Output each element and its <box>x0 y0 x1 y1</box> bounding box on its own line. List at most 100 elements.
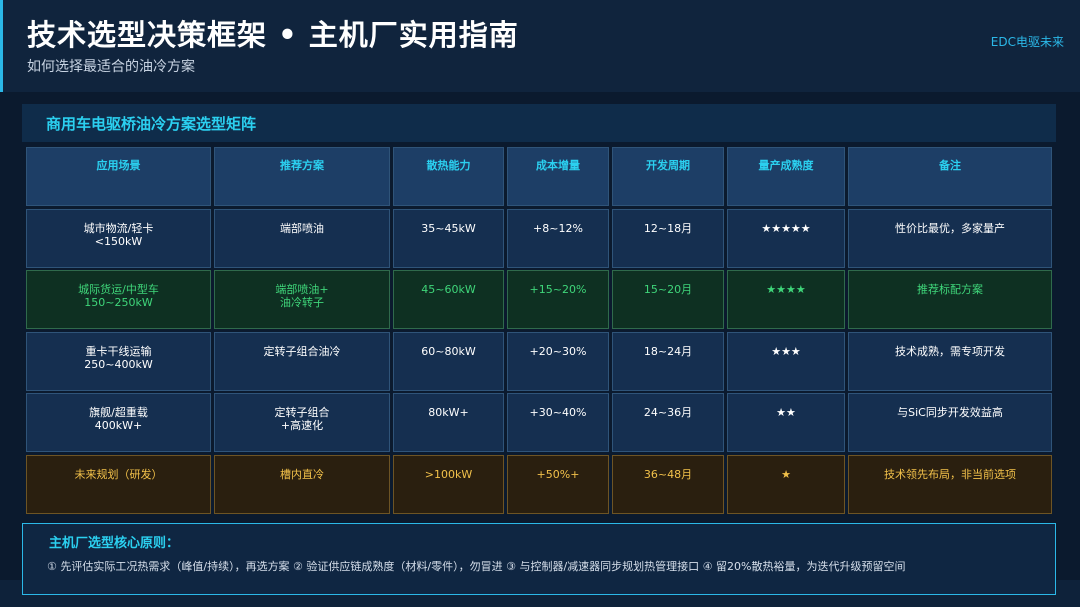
page-title: 技术选型决策框架 • 主机厂实用指南 <box>27 18 519 52</box>
cell-dev-cycle: 36~48月 <box>612 454 724 514</box>
header-maturity: 量产成熟度 <box>727 147 845 206</box>
cell-text: 端部喷油 <box>280 221 324 235</box>
cell-maturity: ★★★★★ <box>727 208 845 268</box>
cell-remark: 性价比最优，多家量产 <box>848 208 1052 268</box>
cell-scenario: 城市物流/轻卡 <150kW <box>26 208 211 268</box>
cell-solution: 定转子组合油冷 <box>214 331 390 391</box>
cell-text: 旗舰/超重载 <box>89 406 148 419</box>
cell-solution: 定转子组合 +高速化 <box>214 393 390 452</box>
cell-text: 开发周期 <box>646 159 690 172</box>
cell-text: 12~18月 <box>643 221 693 235</box>
rating-stars: ★ <box>781 467 791 481</box>
header-cooling: 散热能力 <box>393 147 504 206</box>
header-scenario: 应用场景 <box>26 147 211 206</box>
cell-remark: 技术成熟，需专项开发 <box>848 331 1052 391</box>
table-row: 旗舰/超重载 400kW+ 定转子组合 +高速化 80kW+ +30~40% 24~36月 ★… <box>26 393 1052 452</box>
cell-text: 250~400kW <box>84 357 153 371</box>
principles-title: 主机厂选型核心原则： <box>49 536 180 551</box>
cell-text: 重卡干线运输 <box>85 344 152 358</box>
cell-text: 油冷转子 <box>280 296 324 309</box>
header-dev-cycle: 开发周期 <box>612 147 724 206</box>
header-cost: 成本增量 <box>507 147 609 206</box>
table-header-row: 应用场景 推荐方案 散热能力 成本增量 开发周期 量产成熟度 备注 <box>26 147 1052 206</box>
cell-cooling: 45~60kW <box>393 270 504 329</box>
cell-text: 36~48月 <box>643 467 693 481</box>
cell-text: 应用场景 <box>96 159 141 172</box>
cell-text: 端部喷油+ <box>275 283 329 296</box>
cell-text: 150~250kW <box>84 296 153 309</box>
rating-stars: ★★ <box>776 406 796 419</box>
cell-text: 35~45kW <box>421 221 476 235</box>
cell-text: 60~80kW <box>421 344 476 358</box>
header-solution: 推荐方案 <box>214 147 390 206</box>
cell-text: 备注 <box>939 159 961 172</box>
section-title-bar: 商用车电驱桥油冷方案选型矩阵 <box>22 104 1056 142</box>
selection-matrix-table: 应用场景 推荐方案 散热能力 成本增量 开发周期 量产成熟度 备注城市物流/轻卡 <150kW… <box>26 147 1052 514</box>
cell-text: 成本增量 <box>536 159 580 172</box>
cell-solution: 端部喷油 <box>214 208 390 268</box>
page-header: 技术选型决策框架 • 主机厂实用指南 如何选择最适合的油冷方案 EDC电驱未来 <box>0 0 1080 92</box>
cell-text: <150kW <box>94 234 143 248</box>
cell-scenario: 城际货运/中型车 150~250kW <box>26 270 211 329</box>
cell-text: 推荐标配方案 <box>917 283 983 296</box>
cell-cost: +15~20% <box>507 270 609 329</box>
cell-cost: +8~12% <box>507 208 609 268</box>
cell-solution: 槽内直冷 <box>214 454 390 514</box>
cell-remark: 推荐标配方案 <box>848 270 1052 329</box>
cell-maturity: ★★★★ <box>727 270 845 329</box>
cell-remark: 技术领先布局，非当前选项 <box>848 454 1052 514</box>
cell-text: 城际货运/中型车 <box>78 283 159 296</box>
cell-text: 技术成熟，需专项开发 <box>895 344 1005 358</box>
cell-text: +高速化 <box>280 419 324 432</box>
cell-text: 24~36月 <box>643 406 693 419</box>
cell-cooling: >100kW <box>393 454 504 514</box>
cell-text: 散热能力 <box>426 159 471 172</box>
cell-cost: +50%+ <box>507 454 609 514</box>
brand-label: EDC电驱未来 <box>990 35 1064 49</box>
cell-dev-cycle: 18~24月 <box>612 331 724 391</box>
table-row: 城际货运/中型车 150~250kW 端部喷油+ 油冷转子 45~60kW +15~20%… <box>26 270 1052 329</box>
cell-text: >100kW <box>424 467 473 481</box>
cell-text: 80kW+ <box>428 406 469 419</box>
cell-cooling: 80kW+ <box>393 393 504 452</box>
page-subtitle: 如何选择最适合的油冷方案 <box>27 59 195 75</box>
cell-remark: 与SiC同步开发效益高 <box>848 393 1052 452</box>
table-row: 重卡干线运输 250~400kW 定转子组合油冷 60~80kW +20~30% 18~2… <box>26 331 1052 391</box>
cell-text: +20~30% <box>529 344 587 358</box>
table-row: 城市物流/轻卡 <150kW 端部喷油 35~45kW +8~12% 12~18月 ★★★★… <box>26 208 1052 268</box>
cell-text: 与SiC同步开发效益高 <box>897 406 1003 419</box>
section-title: 商用车电驱桥油冷方案选型矩阵 <box>46 115 257 133</box>
cell-text: +15~20% <box>529 283 587 296</box>
principles-box: 主机厂选型核心原则： ① 先评估实际工况热需求（峰值/持续），再选方案 ② 验证… <box>22 523 1056 595</box>
cell-dev-cycle: 12~18月 <box>612 208 724 268</box>
cell-scenario: 未来规划（研发） <box>26 454 211 514</box>
cell-maturity: ★★★ <box>727 331 845 391</box>
rating-stars: ★★★ <box>771 344 801 358</box>
cell-text: 定转子组合 <box>274 406 330 419</box>
rating-stars: ★★★★ <box>766 283 806 296</box>
cell-text: 量产成熟度 <box>758 159 814 172</box>
cell-dev-cycle: 15~20月 <box>612 270 724 329</box>
cell-cooling: 35~45kW <box>393 208 504 268</box>
cell-cost: +20~30% <box>507 331 609 391</box>
cell-text: 15~20月 <box>643 283 693 296</box>
cell-text: 推荐方案 <box>280 159 324 172</box>
cell-text: +8~12% <box>533 221 583 235</box>
cell-maturity: ★★ <box>727 393 845 452</box>
principles-text: ① 先评估实际工况热需求（峰值/持续），再选方案 ② 验证供应链成熟度（材料/零… <box>47 560 906 573</box>
cell-text: 性价比最优，多家量产 <box>895 221 1005 235</box>
cell-text: 18~24月 <box>643 344 693 358</box>
cell-scenario: 旗舰/超重载 400kW+ <box>26 393 211 452</box>
cell-text: 400kW+ <box>94 419 143 432</box>
cell-cost: +30~40% <box>507 393 609 452</box>
cell-text: 技术领先布局，非当前选项 <box>884 467 1016 481</box>
rating-stars: ★★★★★ <box>761 221 811 235</box>
cell-text: 45~60kW <box>421 283 476 296</box>
header-remark: 备注 <box>848 147 1052 206</box>
cell-dev-cycle: 24~36月 <box>612 393 724 452</box>
table-row: 未来规划（研发） 槽内直冷 >100kW +50%+ 36~48月 ★ 技术领先布局，非当前… <box>26 454 1052 514</box>
cell-text: 定转子组合油冷 <box>263 344 341 358</box>
cell-text: 未来规划（研发） <box>74 467 163 481</box>
cell-cooling: 60~80kW <box>393 331 504 391</box>
cell-text: +30~40% <box>529 406 587 419</box>
